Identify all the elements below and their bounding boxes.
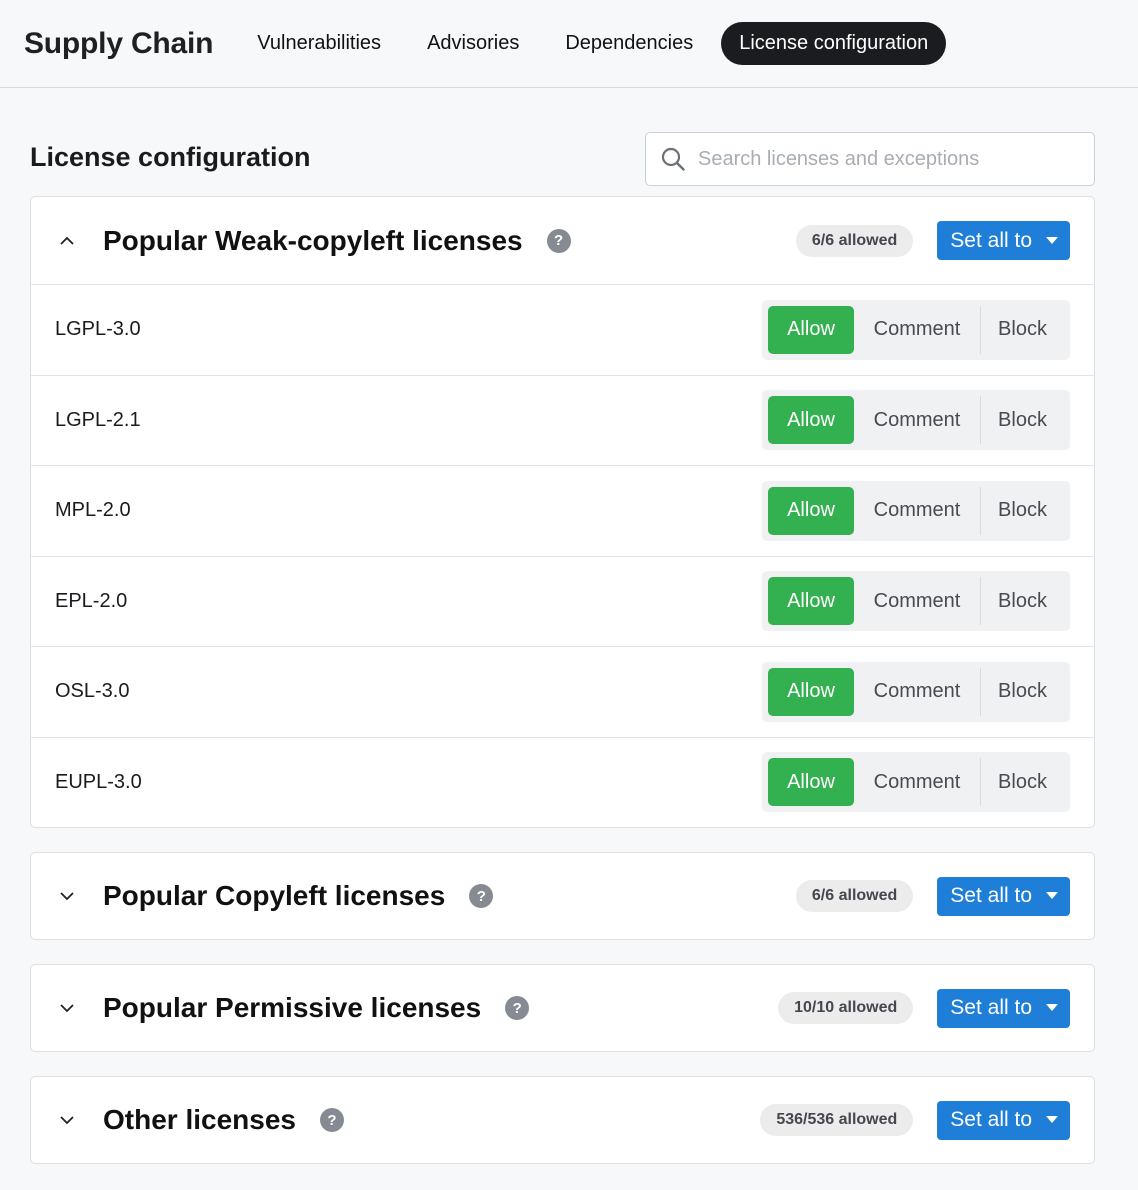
section-header[interactable]: Popular Weak-copyleft licenses ? 6/6 all… xyxy=(31,197,1094,284)
allowed-count-badge: 10/10 allowed xyxy=(778,992,914,1024)
license-policy-toggle: Allow Comment Block xyxy=(762,480,1070,541)
section-other: Other licenses ? 536/536 allowed Set all… xyxy=(30,1076,1095,1164)
allowed-count-badge: 6/6 allowed xyxy=(795,224,914,257)
section-title: Popular Permissive licenses xyxy=(103,992,482,1023)
nav-tabs: Vulnerabilities Advisories Dependencies … xyxy=(239,22,956,65)
allow-button[interactable]: Allow xyxy=(768,758,854,807)
license-row: MPL-2.0 Allow Comment Block xyxy=(31,465,1094,556)
block-button[interactable]: Block xyxy=(980,486,1064,535)
allow-button[interactable]: Allow xyxy=(768,396,854,445)
search-icon xyxy=(661,147,685,171)
tab-license-configuration[interactable]: License configuration xyxy=(721,22,947,65)
section-title: Popular Copyleft licenses xyxy=(103,880,446,911)
allowed-count-badge: 536/536 allowed xyxy=(760,1104,914,1136)
chevron-down-icon[interactable] xyxy=(55,1108,79,1132)
block-button[interactable]: Block xyxy=(980,577,1064,626)
allow-button[interactable]: Allow xyxy=(768,486,854,535)
section-weak-copyleft: Popular Weak-copyleft licenses ? 6/6 all… xyxy=(30,196,1095,828)
comment-button[interactable]: Comment xyxy=(854,668,980,716)
set-all-dropdown-button[interactable]: Set all to xyxy=(937,221,1070,260)
license-policy-toggle: Allow Comment Block xyxy=(762,299,1070,360)
comment-button[interactable]: Comment xyxy=(854,577,980,625)
comment-button[interactable]: Comment xyxy=(854,487,980,535)
license-policy-toggle: Allow Comment Block xyxy=(762,390,1070,451)
allow-button[interactable]: Allow xyxy=(768,577,854,626)
license-row: EPL-2.0 Allow Comment Block xyxy=(31,555,1094,647)
license-name: EUPL-3.0 xyxy=(55,770,142,793)
search-input[interactable] xyxy=(698,147,1078,171)
block-button[interactable]: Block xyxy=(980,305,1064,354)
caret-down-icon xyxy=(1046,892,1058,899)
help-icon[interactable]: ? xyxy=(319,1108,344,1132)
help-icon[interactable]: ? xyxy=(546,228,571,253)
set-all-dropdown-button[interactable]: Set all to xyxy=(937,876,1070,916)
comment-button[interactable]: Comment xyxy=(854,758,980,806)
license-row: EUPL-3.0 Allow Comment Block xyxy=(31,736,1094,828)
page-header: License configuration xyxy=(0,88,1138,196)
license-name: EPL-2.0 xyxy=(55,589,128,612)
search-box[interactable] xyxy=(645,132,1095,186)
license-policy-toggle: Allow Comment Block xyxy=(762,571,1070,632)
section-copyleft: Popular Copyleft licenses ? 6/6 allowed … xyxy=(30,852,1095,940)
set-all-label: Set all to xyxy=(950,884,1032,907)
help-icon[interactable]: ? xyxy=(505,996,530,1020)
set-all-dropdown-button[interactable]: Set all to xyxy=(937,1100,1070,1140)
section-title: Other licenses xyxy=(103,1104,296,1135)
set-all-dropdown-button[interactable]: Set all to xyxy=(937,988,1070,1028)
block-button[interactable]: Block xyxy=(980,396,1064,445)
allow-button[interactable]: Allow xyxy=(768,305,854,354)
app-brand: Supply Chain xyxy=(24,26,214,60)
section-header[interactable]: Popular Copyleft licenses ? 6/6 allowed … xyxy=(31,853,1094,939)
set-all-label: Set all to xyxy=(950,228,1032,252)
license-row: LGPL-2.1 Allow Comment Block xyxy=(31,374,1094,466)
section-header[interactable]: Popular Permissive licenses ? 10/10 allo… xyxy=(31,965,1094,1051)
license-name: LGPL-3.0 xyxy=(55,318,141,341)
allow-button[interactable]: Allow xyxy=(768,667,854,716)
license-name: OSL-3.0 xyxy=(55,680,130,703)
license-name: MPL-2.0 xyxy=(55,499,131,522)
comment-button[interactable]: Comment xyxy=(854,306,980,354)
set-all-label: Set all to xyxy=(950,996,1032,1019)
page-title: License configuration xyxy=(30,141,311,172)
caret-down-icon xyxy=(1046,1116,1058,1123)
top-navigation-bar: Supply Chain Vulnerabilities Advisories … xyxy=(0,0,1138,88)
block-button[interactable]: Block xyxy=(980,667,1064,716)
section-title: Popular Weak-copyleft licenses xyxy=(103,224,523,256)
tab-vulnerabilities[interactable]: Vulnerabilities xyxy=(239,22,399,65)
license-name: LGPL-2.1 xyxy=(55,408,141,431)
section-header[interactable]: Other licenses ? 536/536 allowed Set all… xyxy=(31,1077,1094,1163)
allowed-count-badge: 6/6 allowed xyxy=(795,880,914,912)
comment-button[interactable]: Comment xyxy=(854,396,980,444)
chevron-down-icon[interactable] xyxy=(55,996,79,1020)
chevron-up-icon[interactable] xyxy=(55,229,79,253)
caret-down-icon xyxy=(1046,1004,1058,1011)
license-row: LGPL-3.0 Allow Comment Block xyxy=(31,284,1094,375)
license-policy-toggle: Allow Comment Block xyxy=(762,661,1070,722)
block-button[interactable]: Block xyxy=(980,758,1064,807)
license-sections: Popular Weak-copyleft licenses ? 6/6 all… xyxy=(0,196,1138,1164)
tab-dependencies[interactable]: Dependencies xyxy=(547,22,711,65)
license-row: OSL-3.0 Allow Comment Block xyxy=(31,646,1094,737)
help-icon[interactable]: ? xyxy=(469,884,494,908)
section-permissive: Popular Permissive licenses ? 10/10 allo… xyxy=(30,964,1095,1052)
caret-down-icon xyxy=(1046,236,1058,244)
set-all-label: Set all to xyxy=(950,1108,1032,1131)
license-policy-toggle: Allow Comment Block xyxy=(762,752,1070,813)
tab-advisories[interactable]: Advisories xyxy=(409,22,537,65)
chevron-down-icon[interactable] xyxy=(55,884,79,908)
